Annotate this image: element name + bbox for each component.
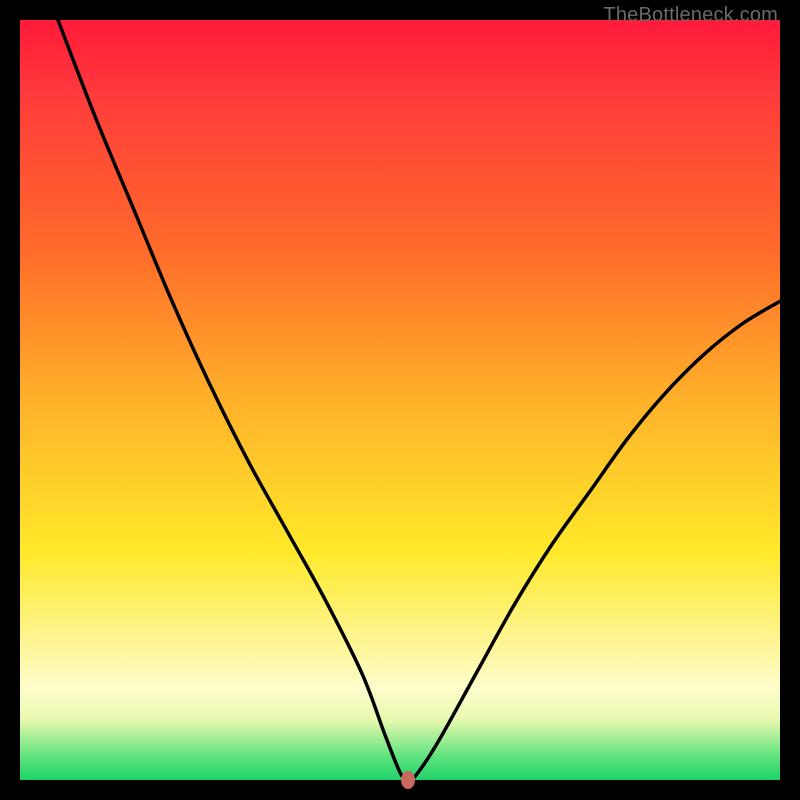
plot-area (20, 20, 780, 780)
optimal-point-marker (401, 771, 415, 789)
watermark-text: TheBottleneck.com (603, 4, 778, 27)
chart-frame: TheBottleneck.com (0, 0, 800, 800)
bottleneck-curve (20, 20, 780, 780)
